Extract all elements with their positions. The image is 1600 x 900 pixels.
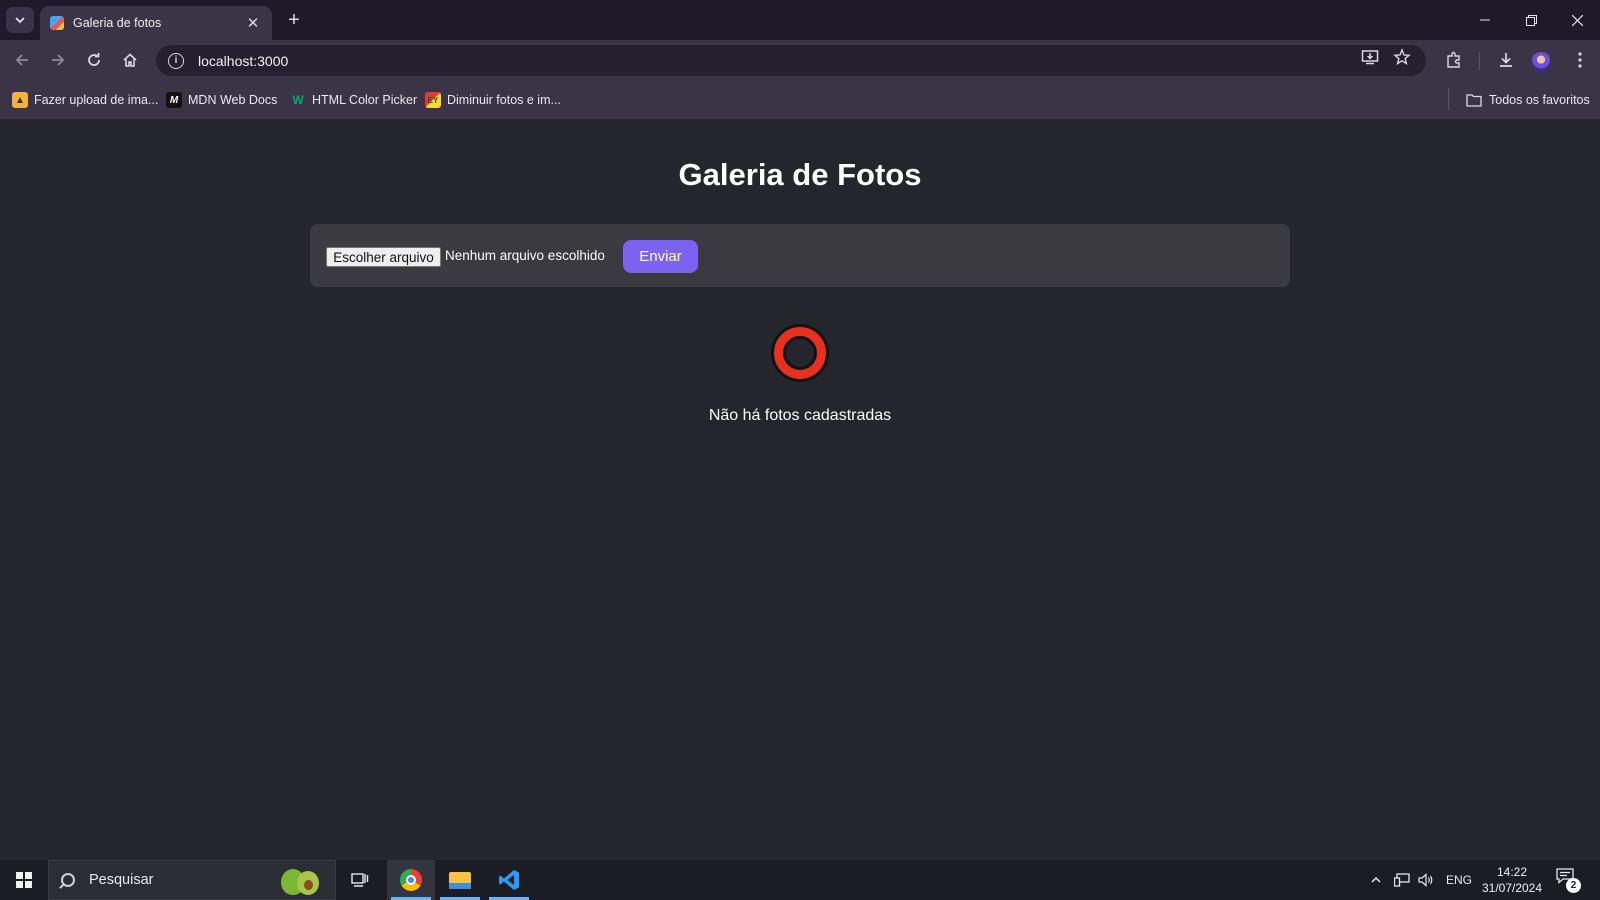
- bookmark-item[interactable]: EY Diminuir fotos e im...: [425, 90, 561, 110]
- bookmark-item[interactable]: ▲ Fazer upload de ima...: [12, 90, 158, 110]
- bookmark-star-icon[interactable]: [1393, 48, 1411, 66]
- send-button[interactable]: Enviar: [623, 240, 698, 273]
- windows-logo-icon: [16, 872, 32, 888]
- browser-menu-button[interactable]: [1566, 46, 1594, 74]
- toolbar-divider: [1479, 52, 1480, 70]
- vscode-icon: [499, 870, 519, 890]
- install-app-icon[interactable]: [1361, 48, 1379, 66]
- address-url[interactable]: localhost:3000: [198, 53, 288, 69]
- task-view-button[interactable]: [336, 860, 384, 900]
- arrow-left-icon: [15, 54, 28, 66]
- notification-center-button[interactable]: 2: [1556, 868, 1581, 893]
- taskbar-file-explorer[interactable]: [436, 860, 484, 900]
- upload-form: Escolher arquivo Nenhum arquivo escolhid…: [310, 224, 1290, 287]
- taskbar-search-placeholder: Pesquisar: [89, 872, 154, 888]
- system-tray: ENG: [1370, 860, 1472, 900]
- bookmarks-bar: ▲ Fazer upload de ima... M MDN Web Docs …: [0, 80, 1600, 120]
- clock-date: 31/07/2024: [1481, 881, 1543, 895]
- bookmark-label: MDN Web Docs: [188, 93, 278, 107]
- avocado-icon: [277, 865, 321, 895]
- bookmark-item[interactable]: M MDN Web Docs: [166, 90, 277, 110]
- file-status-text: Nenhum arquivo escolhido: [445, 248, 605, 263]
- start-button[interactable]: [0, 860, 48, 900]
- search-icon: [61, 873, 75, 887]
- resize-photos-icon: EY: [425, 92, 441, 108]
- browser-toolbar: i localhost:3000: [0, 40, 1600, 80]
- puzzle-icon: [1447, 51, 1460, 68]
- back-button[interactable]: [8, 46, 36, 74]
- taskbar-vscode[interactable]: [485, 860, 533, 900]
- all-bookmarks-folder[interactable]: Todos os favoritos: [1466, 90, 1590, 110]
- folder-icon: [1466, 94, 1482, 107]
- browser-tab[interactable]: Galeria de fotos ✕: [40, 6, 272, 40]
- profile-avatar[interactable]: [1531, 52, 1551, 72]
- empty-state-ring-icon: [771, 324, 829, 382]
- reload-button[interactable]: [80, 46, 108, 74]
- bookmarks-divider: [1448, 88, 1449, 110]
- task-view-icon: [351, 873, 369, 887]
- photo-gallery-favicon-icon: [50, 16, 64, 30]
- home-button[interactable]: [116, 46, 144, 74]
- arrow-right-icon: [52, 54, 65, 66]
- tab-title: Galeria de fotos: [73, 16, 162, 30]
- download-icon: [1500, 53, 1512, 67]
- page-content: Galeria de Fotos Escolher arquivo Nenhum…: [0, 121, 1600, 860]
- chevron-up-icon[interactable]: [1370, 874, 1382, 886]
- w3schools-icon: W: [292, 93, 304, 107]
- downloads-button[interactable]: [1492, 46, 1520, 74]
- bookmarks-folder-label: Todos os favoritos: [1489, 93, 1590, 107]
- clock-time: 14:22: [1496, 865, 1528, 879]
- site-info-icon[interactable]: i: [168, 52, 184, 69]
- empty-state-message: Não há fotos cadastradas: [708, 407, 892, 424]
- chrome-icon: [400, 869, 422, 891]
- new-tab-button[interactable]: +: [282, 8, 306, 32]
- reload-icon: [88, 53, 100, 66]
- mdn-icon: M: [166, 92, 182, 108]
- volume-icon[interactable]: [1418, 873, 1434, 887]
- file-explorer-icon: [449, 871, 471, 889]
- close-window-button[interactable]: [1554, 0, 1600, 40]
- restore-icon: [1525, 14, 1537, 26]
- browser-titlebar: Galeria de fotos ✕ +: [0, 0, 1600, 40]
- close-tab-icon[interactable]: ✕: [244, 14, 262, 32]
- chevron-down-icon: [15, 17, 25, 24]
- taskbar-chrome[interactable]: [387, 860, 435, 900]
- bookmark-label: HTML Color Picker: [312, 93, 418, 107]
- bookmark-label: Fazer upload de ima...: [34, 93, 159, 107]
- close-icon: [1571, 14, 1583, 26]
- taskbar-clock[interactable]: 14:22 31/07/2024: [1476, 864, 1548, 896]
- taskbar: Pesquisar ENG 14:22 31/07/2024 2: [0, 860, 1600, 900]
- extensions-button[interactable]: [1440, 46, 1468, 74]
- page-title: Galeria de Fotos: [678, 157, 922, 192]
- language-indicator[interactable]: ENG: [1446, 873, 1472, 887]
- notification-badge: 2: [1566, 878, 1581, 893]
- minimize-window-button[interactable]: [1462, 0, 1508, 40]
- restore-window-button[interactable]: [1508, 0, 1554, 40]
- ring-hole: [783, 336, 817, 370]
- home-icon: [123, 53, 137, 67]
- tab-search-button[interactable]: [6, 7, 34, 33]
- more-vertical-icon: [1578, 52, 1582, 68]
- bookmark-label: Diminuir fotos e im...: [447, 93, 561, 107]
- upload-image-icon: ▲: [12, 92, 28, 108]
- address-bar[interactable]: i localhost:3000: [156, 45, 1426, 76]
- taskbar-search[interactable]: Pesquisar: [48, 860, 336, 900]
- bookmark-item[interactable]: W HTML Color Picker: [290, 90, 417, 110]
- forward-button[interactable]: [44, 46, 72, 74]
- choose-file-button[interactable]: Escolher arquivo: [326, 247, 441, 267]
- minimize-icon: [1480, 19, 1490, 21]
- network-icon[interactable]: [1394, 873, 1410, 887]
